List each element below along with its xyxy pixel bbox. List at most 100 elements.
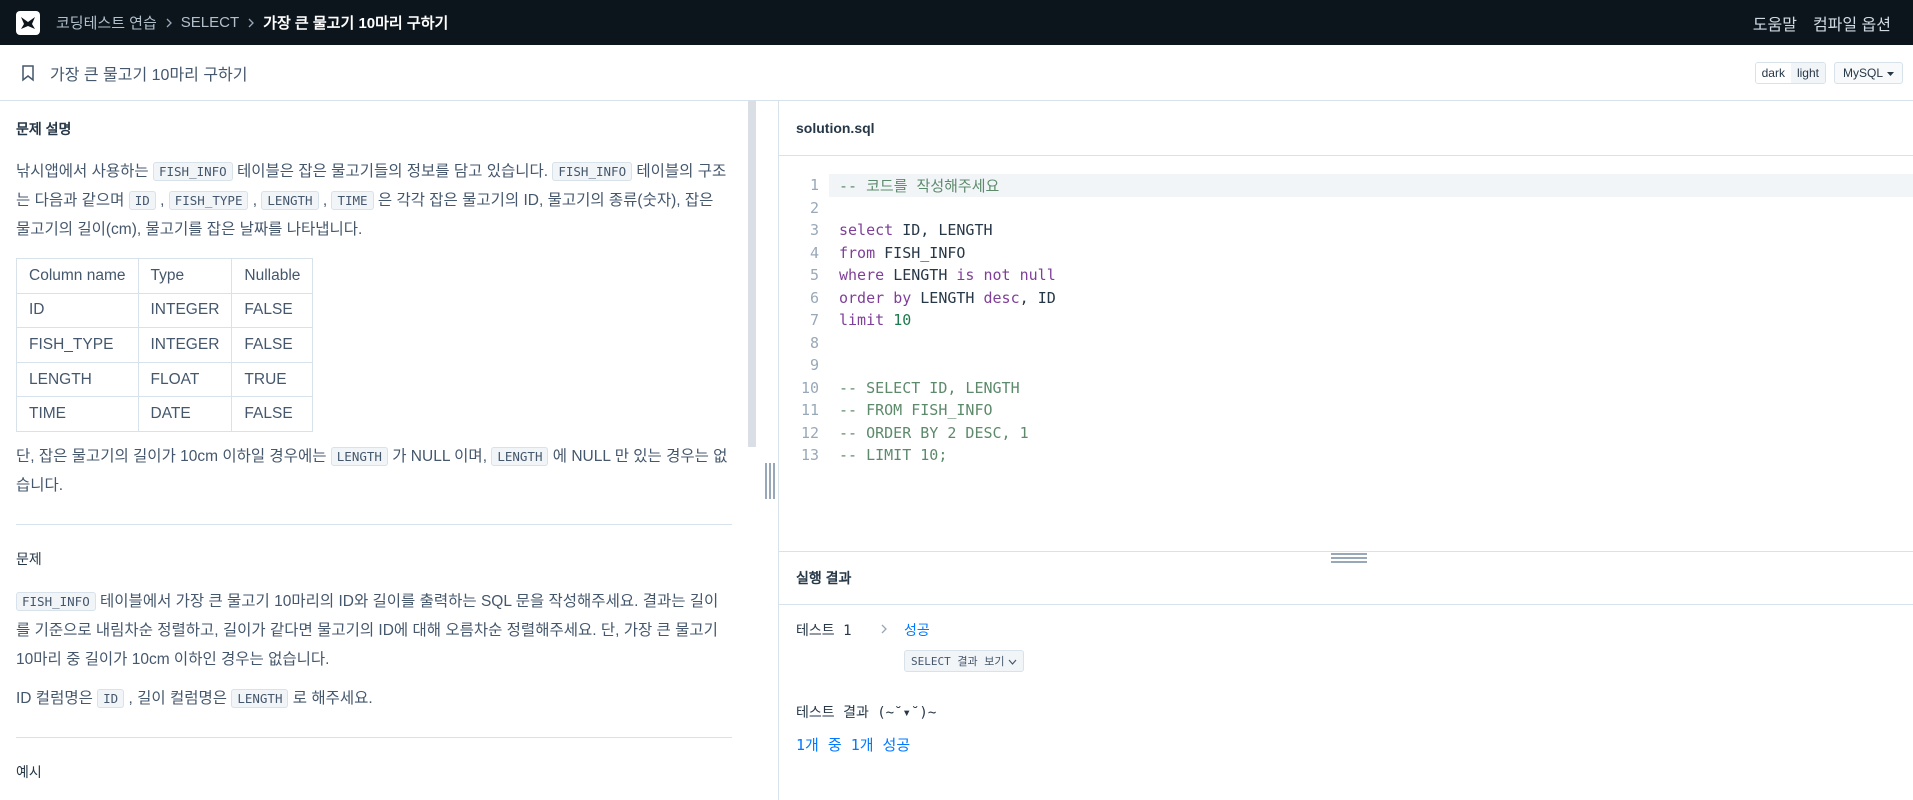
theme-light-button[interactable]: light (1790, 62, 1825, 83)
result-title: 실행 결과 (779, 552, 1913, 605)
divider (16, 736, 732, 738)
vertical-resize-handle[interactable] (765, 463, 775, 499)
table-cell: TIME (16, 396, 139, 432)
code-text: -- 코드를 작성해주세요 (839, 176, 1000, 195)
table-cell: LENGTH (16, 361, 139, 398)
code-text: -- LIMIT 10; (839, 446, 948, 465)
divider (16, 523, 732, 525)
language-label: MySQL (1842, 65, 1883, 80)
table-cell: FISH_TYPE (16, 327, 139, 363)
section-title-description: 문제 설명 (16, 121, 72, 137)
code-line[interactable]: 2 (779, 197, 1913, 220)
breadcrumb-coding-test[interactable]: 코딩테스트 연습 (56, 12, 157, 33)
inline-code: ID (128, 191, 156, 210)
test-case-row: 테스트 1 성공 (796, 616, 1896, 644)
code-line[interactable]: 10 -- SELECT ID, LENGTH (779, 377, 1913, 400)
inline-code: LENGTH (231, 688, 289, 708)
table-row: FISH_TYPE INTEGER FALSE (16, 327, 314, 363)
chevron-down-icon (1008, 655, 1017, 668)
line-number: 11 (800, 401, 819, 420)
chevron-right-icon (880, 622, 904, 638)
code-text: limit 10 (839, 311, 912, 330)
line-number: 7 (809, 311, 819, 330)
table-cell: ID (16, 292, 139, 329)
view-select-result-button[interactable]: SELECT 결과 보기 (904, 650, 1025, 672)
line-number: 13 (800, 446, 819, 465)
code-line[interactable]: 4 from FISH_INFO (779, 242, 1913, 265)
theme-dark-button[interactable]: dark (1755, 62, 1791, 83)
test-status: 성공 (904, 623, 930, 639)
chevron-right-icon (165, 18, 173, 28)
table-header-row: Column name Type Nullable (16, 258, 314, 294)
programmers-logo-icon[interactable] (16, 10, 40, 35)
table-header: Column name (16, 258, 139, 294)
schema-table: Column name Type Nullable ID INTEGER FAL… (16, 258, 314, 432)
code-line[interactable]: 5 where LENGTH is not null (779, 264, 1913, 287)
code-line[interactable]: 11 -- FROM FISH_INFO (779, 399, 1913, 422)
bookmark-icon[interactable] (20, 64, 36, 82)
code-line[interactable]: 12 -- ORDER BY 2 DESC, 1 (779, 422, 1913, 445)
column-name-paragraph: ID 컬럼명은 ID , 길이 컬럼명은 LENGTH 로 해주세요. (16, 688, 373, 708)
top-nav: 코딩테스트 연습 SELECT 가장 큰 물고기 10마리 구하기 도움말 컴파… (0, 0, 1913, 45)
help-link[interactable]: 도움말 (1753, 11, 1797, 35)
compile-options-link[interactable]: 컴파일 옵션 (1813, 11, 1891, 35)
code-line[interactable]: 8 (779, 332, 1913, 355)
table-cell: INTEGER (137, 327, 233, 363)
scrollbar-thumb[interactable] (748, 101, 756, 447)
table-cell: INTEGER (137, 292, 233, 329)
line-number: 3 (809, 221, 819, 240)
code-text: select ID, LENGTH (839, 221, 993, 240)
code-line[interactable]: 13 -- LIMIT 10; (779, 444, 1913, 467)
table-header: Nullable (231, 258, 314, 294)
inline-code: FISH_INFO (152, 162, 233, 181)
inline-code: FISH_INFO (552, 162, 633, 181)
breadcrumb: 코딩테스트 연습 SELECT 가장 큰 물고기 10마리 구하기 (56, 12, 448, 33)
table-cell: FALSE (231, 396, 314, 432)
code-text: -- FROM FISH_INFO (839, 401, 993, 420)
code-line[interactable]: 1 -- 코드를 작성해주세요 (779, 174, 1913, 197)
problem-panel: 문제 설명 낚시앱에서 사용하는 FISH_INFO 테이블은 잡은 물고기들의… (0, 101, 732, 800)
code-text: order by LENGTH desc, ID (839, 288, 1056, 307)
caret-down-icon (1887, 66, 1894, 80)
inline-code: LENGTH (330, 446, 388, 466)
inline-code: LENGTH (261, 191, 319, 210)
line-number: 6 (809, 288, 819, 307)
line-number: 8 (809, 333, 819, 352)
section-title-example: 예시 (16, 763, 42, 780)
inline-code: ID (97, 688, 125, 708)
code-text: -- ORDER BY 2 DESC, 1 (839, 423, 1029, 442)
inline-code: LENGTH (491, 446, 549, 466)
line-number: 2 (809, 198, 819, 217)
line-number: 1 (779, 176, 819, 195)
line-number: 10 (800, 378, 819, 397)
table-header: Type (137, 258, 233, 294)
code-editor[interactable]: 1 -- 코드를 작성해주세요 2 3 select ID, LENGTH 4 from F… (779, 156, 1913, 551)
test-summary: 1개 중 1개 성공 (796, 736, 911, 754)
page-title: 가장 큰 물고기 10마리 구하기 (50, 66, 248, 84)
table-cell: TRUE (231, 361, 314, 398)
line-number: 12 (800, 423, 819, 442)
line-number: 5 (809, 266, 819, 285)
code-line[interactable]: 7 limit 10 (779, 309, 1913, 332)
table-row: LENGTH FLOAT TRUE (16, 361, 314, 398)
code-line[interactable]: 6 order by LENGTH desc, ID (779, 287, 1913, 310)
note-paragraph: 단, 잡은 물고기의 길이가 10cm 이하일 경우에는 LENGTH 가 NU… (16, 446, 728, 494)
table-cell: DATE (137, 396, 233, 432)
title-bar: 가장 큰 물고기 10마리 구하기 dark light MySQL (0, 45, 1913, 101)
theme-toggle: dark light (1754, 61, 1826, 84)
table-cell: FALSE (231, 327, 314, 363)
inline-code: FISH_INFO (16, 591, 96, 611)
code-text: from FISH_INFO (839, 243, 966, 262)
inline-code: TIME (331, 191, 374, 210)
breadcrumb-select[interactable]: SELECT (181, 14, 239, 31)
table-cell: FLOAT (137, 361, 233, 398)
editor-filename: solution.sql (779, 101, 1913, 156)
code-text: where LENGTH is not null (839, 266, 1056, 285)
code-line[interactable]: 9 (779, 354, 1913, 377)
description-paragraph: 낚시앱에서 사용하는 FISH_INFO 테이블은 잡은 물고기들의 정보를 담… (16, 162, 727, 238)
code-text: -- SELECT ID, LENGTH (839, 378, 1020, 397)
language-select[interactable]: MySQL (1833, 61, 1903, 84)
code-line[interactable]: 3 select ID, LENGTH (779, 219, 1913, 242)
view-select-result-label: SELECT 결과 보기 (911, 655, 1005, 668)
table-row: TIME DATE FALSE (16, 396, 314, 432)
